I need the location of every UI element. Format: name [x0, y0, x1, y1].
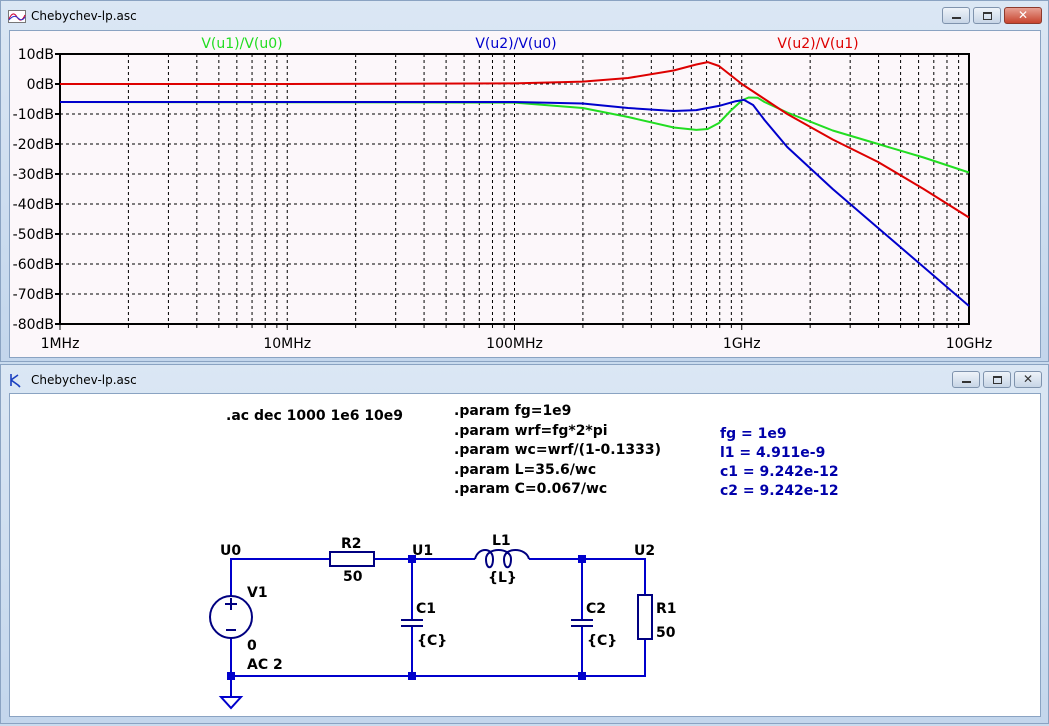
- param-directives[interactable]: .param fg=1e9 .param wrf=fg*2*pi .param …: [454, 403, 661, 497]
- param-line[interactable]: .param fg=1e9: [454, 403, 571, 419]
- x-tick-label: 100MHz: [486, 336, 543, 352]
- component-name: R2: [341, 536, 362, 552]
- y-tick-label: -60dB: [13, 257, 54, 273]
- trace-legend-label[interactable]: V(u2)/V(u0): [475, 36, 556, 52]
- inductor-l1[interactable]: L1 {L}: [474, 533, 530, 586]
- param-line[interactable]: .param wc=wrf/(1-0.1333): [454, 442, 661, 458]
- resistor-r1[interactable]: R1 50: [637, 594, 677, 641]
- net-label-u0[interactable]: U0: [220, 543, 241, 559]
- y-tick-label: -10dB: [13, 107, 54, 123]
- component-value: 0: [247, 638, 257, 654]
- ground-symbol[interactable]: [218, 696, 244, 710]
- y-tick-label: -70dB: [13, 287, 54, 303]
- x-tick-label: 1MHz: [41, 336, 80, 352]
- trace-legend-label[interactable]: V(u1)/V(u0): [201, 36, 282, 52]
- component-value: {L}: [488, 570, 517, 586]
- measurement: l1 = 4.911e-9: [720, 445, 825, 461]
- measurement: c2 = 9.242e-12: [720, 483, 839, 499]
- y-tick-label: 10dB: [18, 47, 54, 63]
- y-tick-label: -50dB: [13, 227, 54, 243]
- x-tick-label: 1GHz: [723, 336, 761, 352]
- plot-window: Chebychev-lp.asc ✕ 1MHz 10MHz 100MHz 1GHz 10…: [0, 0, 1049, 362]
- measurement-results: fg = 1e9 l1 = 4.911e-9 c1 = 9.242e-12 c2…: [720, 426, 839, 499]
- schematic-pane[interactable]: .ac dec 1000 1e6 10e9 .param fg=1e9 .par…: [9, 393, 1041, 717]
- component-value: 50: [656, 625, 676, 641]
- trace-legend-label[interactable]: V(u2)/V(u1): [777, 36, 858, 52]
- capacitor-c2[interactable]: C2 {C}: [571, 601, 617, 649]
- ac-value: AC 2: [247, 657, 283, 673]
- x-tick-label: 10GHz: [946, 336, 993, 352]
- y-tick-label: 0dB: [27, 77, 54, 93]
- net-label-u1[interactable]: U1: [412, 543, 433, 559]
- x-tick-label: 10MHz: [263, 336, 311, 352]
- capacitor-c1[interactable]: C1 {C}: [401, 601, 447, 649]
- voltage-source-v1[interactable]: V1 0 AC 2: [209, 585, 283, 673]
- component-name: R1: [656, 601, 677, 617]
- component-name: L1: [492, 533, 511, 549]
- param-line[interactable]: .param L=35.6/wc: [454, 462, 596, 478]
- param-line[interactable]: .param wrf=fg*2*pi: [454, 423, 608, 439]
- component-value: 50: [343, 569, 363, 585]
- y-tick-label: -40dB: [13, 197, 54, 213]
- measurement: c1 = 9.242e-12: [720, 464, 839, 480]
- component-value: {C}: [417, 633, 447, 649]
- y-tick-label: -20dB: [13, 137, 54, 153]
- schematic-window: Chebychev-lp.asc ✕ .ac dec 1000 1e6 10e9…: [0, 364, 1049, 724]
- schematic-canvas[interactable]: .ac dec 1000 1e6 10e9 .param fg=1e9 .par…: [2, 366, 1049, 726]
- y-tick-label: -30dB: [13, 167, 54, 183]
- waveform-plot[interactable]: 1MHz 10MHz 100MHz 1GHz 10GHz 10dB 0dB -10dB -20d…: [2, 2, 1032, 352]
- measurement: fg = 1e9: [720, 426, 787, 442]
- component-value: {C}: [587, 633, 617, 649]
- y-tick-label: -80dB: [13, 317, 54, 333]
- plot-pane[interactable]: 1MHz 10MHz 100MHz 1GHz 10GHz 10dB 0dB -10dB -20d…: [9, 30, 1041, 358]
- component-name: C2: [586, 601, 606, 617]
- resistor-r2[interactable]: R2 50: [329, 536, 375, 585]
- ac-directive[interactable]: .ac dec 1000 1e6 10e9: [226, 408, 403, 424]
- net-label-u2[interactable]: U2: [634, 543, 655, 559]
- param-line[interactable]: .param C=0.067/wc: [454, 481, 607, 497]
- component-name: C1: [416, 601, 436, 617]
- component-name: V1: [247, 585, 268, 601]
